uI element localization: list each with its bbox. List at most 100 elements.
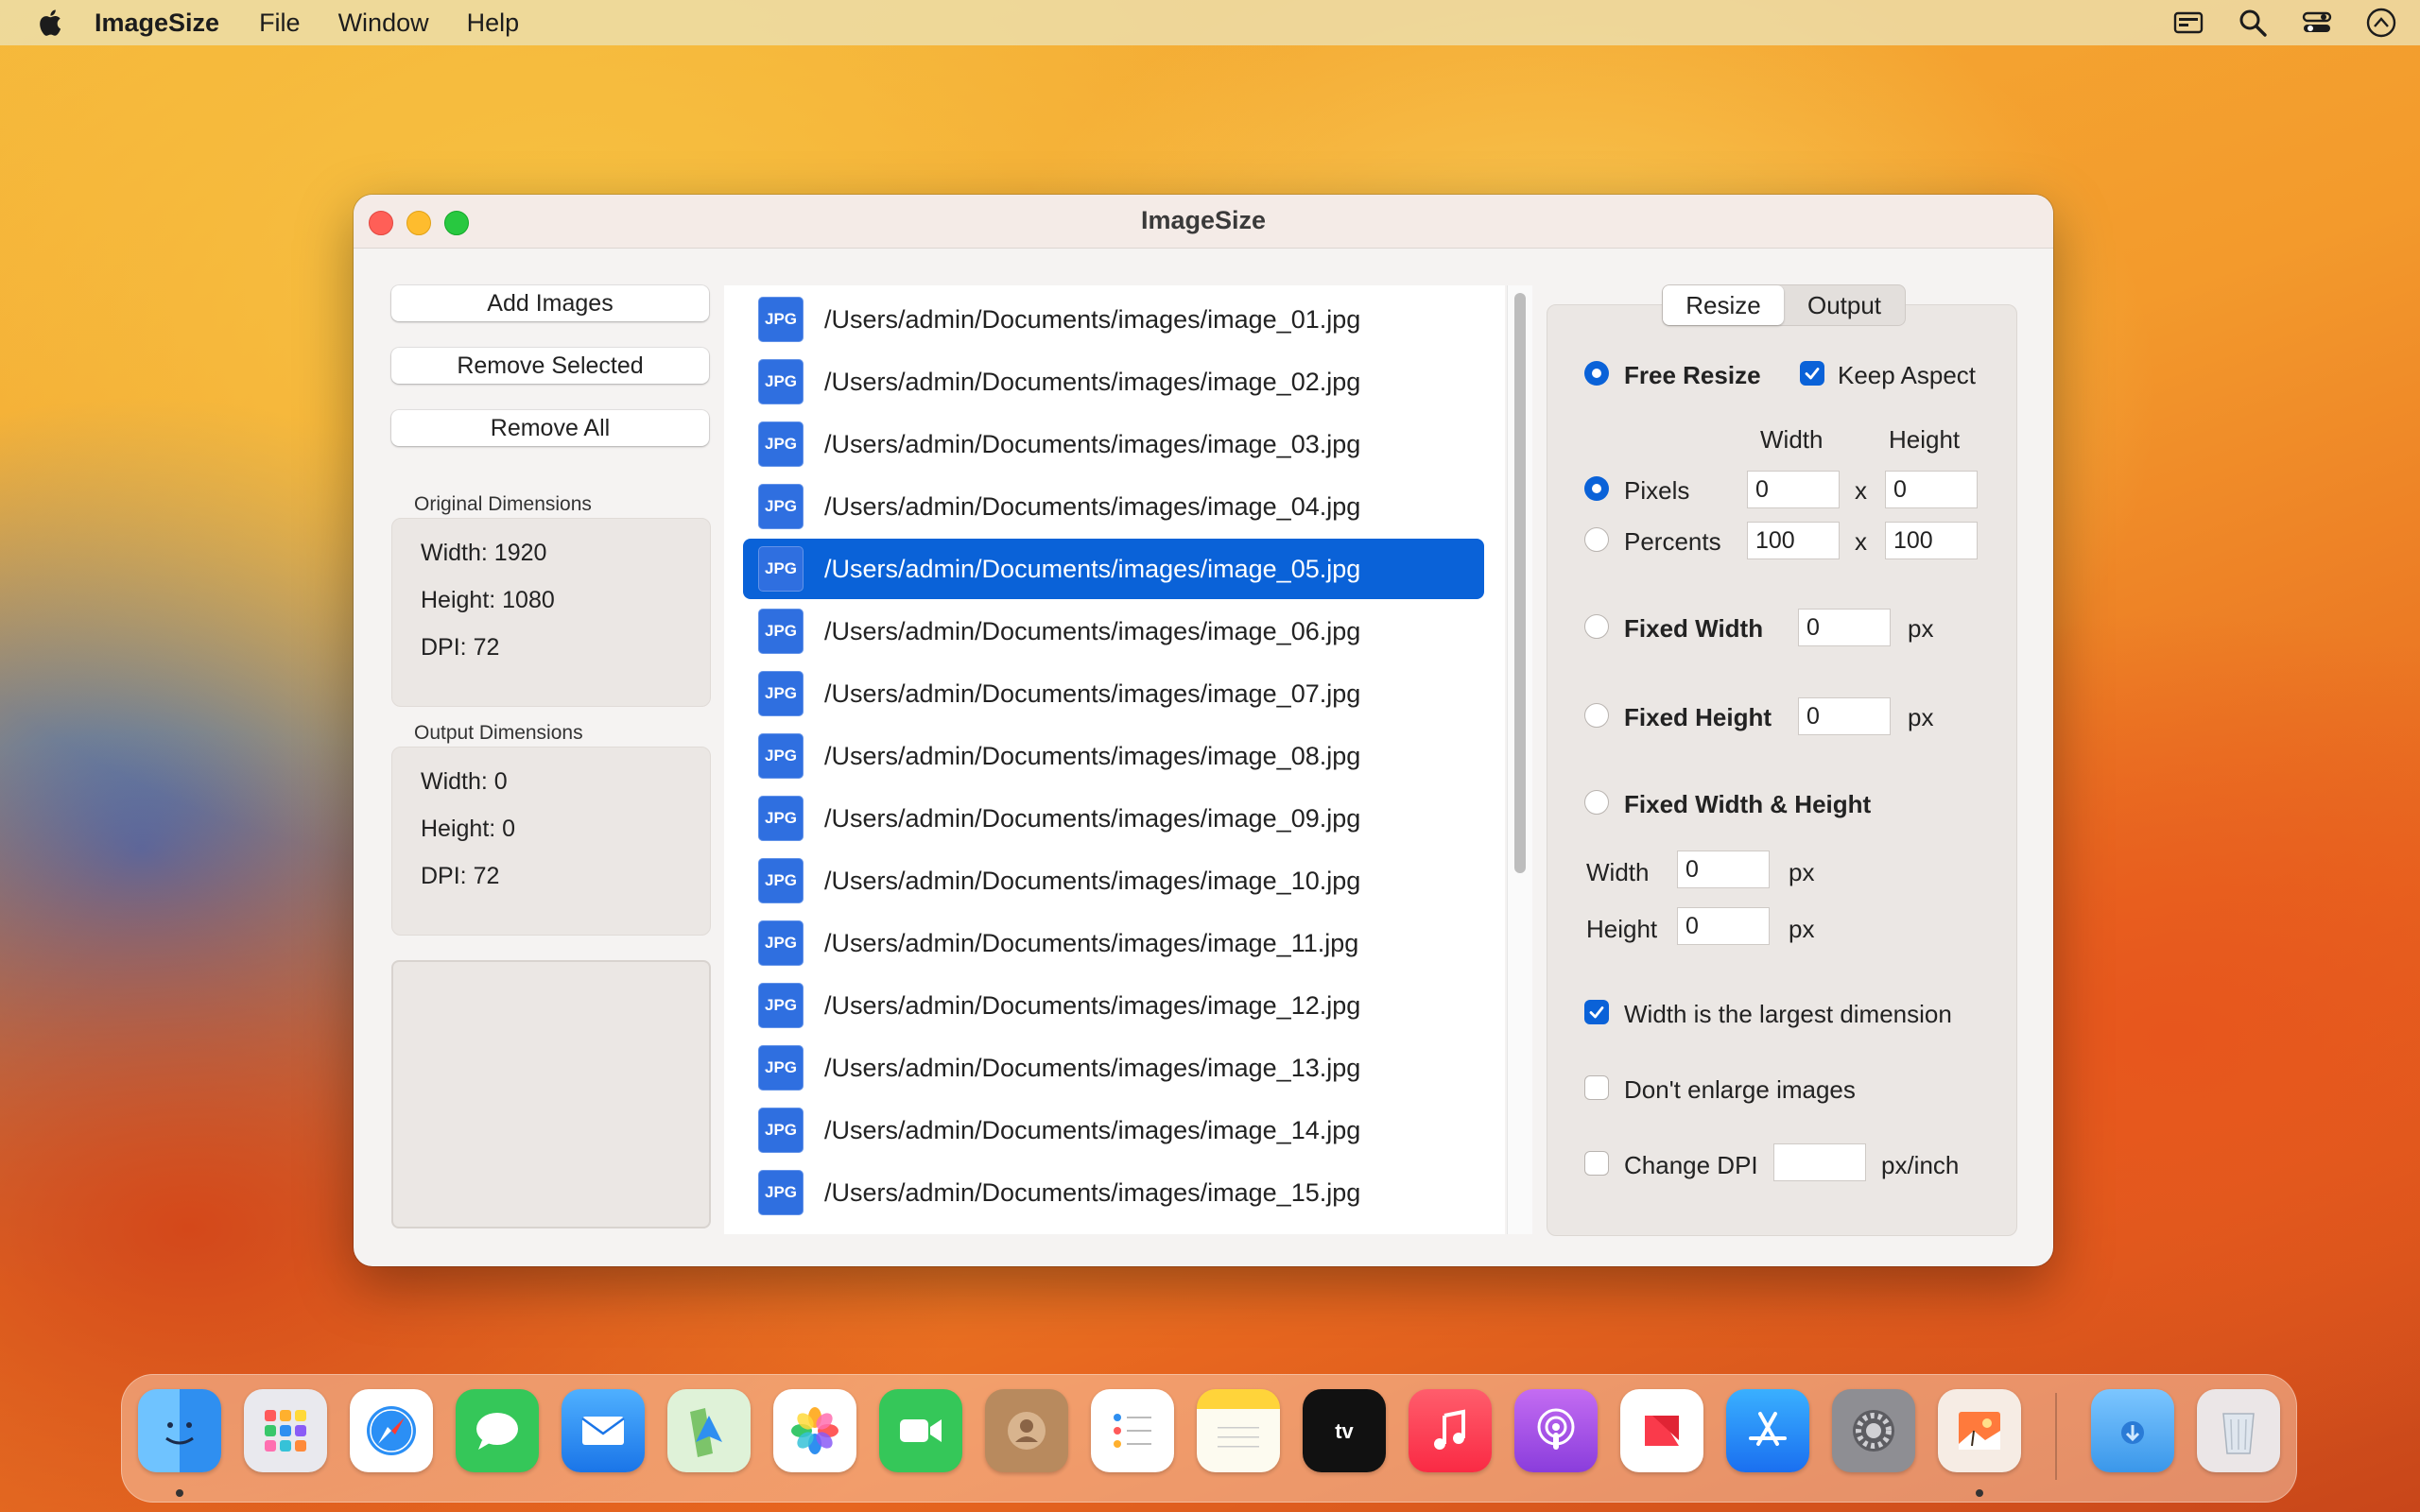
- file-list-row[interactable]: JPG/Users/admin/Documents/images/image_1…: [743, 975, 1484, 1036]
- apple-tv-icon: tv: [1335, 1419, 1354, 1443]
- file-list-row[interactable]: JPG/Users/admin/Documents/images/image_0…: [743, 414, 1484, 474]
- free-resize-label: Free Resize: [1624, 361, 1761, 389]
- dock-music[interactable]: [1409, 1389, 1492, 1472]
- fwh-width-label: Width: [1586, 858, 1650, 886]
- imagesize-app-icon: [1959, 1412, 2000, 1450]
- fixed-width-unit: px: [1908, 614, 1934, 643]
- menu-file[interactable]: File: [259, 9, 301, 38]
- file-list-row[interactable]: JPG/Users/admin/Documents/images/image_0…: [743, 476, 1484, 537]
- fixed-width-radio[interactable]: [1584, 614, 1609, 639]
- fixed-width-label: Fixed Width: [1624, 614, 1764, 643]
- file-list-row[interactable]: JPG/Users/admin/Documents/images/image_0…: [743, 289, 1484, 350]
- siri-user-icon[interactable]: [2365, 7, 2397, 39]
- dock-photos[interactable]: [773, 1389, 856, 1472]
- output-height: Height: 0: [421, 816, 516, 842]
- pixels-width-input[interactable]: 0: [1747, 471, 1840, 508]
- fixed-width-input[interactable]: 0: [1798, 609, 1891, 646]
- apple-menu-icon[interactable]: [36, 8, 62, 38]
- dock-imagesize[interactable]: [1938, 1389, 2021, 1472]
- display-menu-icon[interactable]: [2172, 7, 2204, 39]
- fwh-height-input[interactable]: 0: [1677, 907, 1770, 945]
- jpg-file-icon: JPG: [758, 983, 804, 1028]
- jpg-file-icon: JPG: [758, 1108, 804, 1153]
- file-list-row[interactable]: JPG/Users/admin/Documents/images/image_1…: [743, 913, 1484, 973]
- add-images-button[interactable]: Add Images: [391, 285, 709, 321]
- keep-aspect-checkbox[interactable]: [1800, 361, 1824, 386]
- file-list-row[interactable]: JPG/Users/admin/Documents/images/image_0…: [743, 788, 1484, 849]
- percents-label: Percents: [1624, 527, 1721, 556]
- pixels-height-input[interactable]: 0: [1885, 471, 1978, 508]
- dock-podcasts[interactable]: [1514, 1389, 1598, 1472]
- percents-width-input[interactable]: 100: [1747, 522, 1840, 559]
- dock-contacts[interactable]: [985, 1389, 1068, 1472]
- file-list-row[interactable]: JPG/Users/admin/Documents/images/image_1…: [743, 1038, 1484, 1098]
- dock-news[interactable]: [1620, 1389, 1703, 1472]
- dock-facetime[interactable]: [879, 1389, 962, 1472]
- file-list-row[interactable]: JPG/Users/admin/Documents/images/image_1…: [743, 1100, 1484, 1160]
- fixed-height-radio[interactable]: [1584, 703, 1609, 728]
- file-path: /Users/admin/Documents/images/image_01.j…: [824, 304, 1361, 334]
- settings-gear-icon: [1853, 1410, 1894, 1452]
- dock-tv[interactable]: tv: [1303, 1389, 1386, 1472]
- dock-downloads-folder[interactable]: [2091, 1389, 2174, 1472]
- downloads-folder-icon: [2121, 1421, 2144, 1444]
- remove-selected-button[interactable]: Remove Selected: [391, 348, 709, 384]
- dock-maps[interactable]: [667, 1389, 751, 1472]
- fixed-height-input[interactable]: 0: [1798, 697, 1891, 735]
- messages-bubble-icon: [476, 1413, 518, 1450]
- file-list-row[interactable]: JPG/Users/admin/Documents/images/image_0…: [743, 663, 1484, 724]
- dock-messages[interactable]: [456, 1389, 539, 1472]
- dock-launchpad[interactable]: [244, 1389, 327, 1472]
- dock-mail[interactable]: [562, 1389, 645, 1472]
- menu-help[interactable]: Help: [467, 9, 520, 38]
- percents-radio[interactable]: [1584, 527, 1609, 552]
- percents-height-input[interactable]: 100: [1885, 522, 1978, 559]
- finder-icon: [165, 1422, 194, 1445]
- app-store-icon: [1749, 1412, 1787, 1446]
- dock-notes[interactable]: [1197, 1389, 1280, 1472]
- dock-trash[interactable]: [2197, 1389, 2280, 1472]
- spotlight-search-icon[interactable]: [2237, 7, 2269, 39]
- free-resize-radio[interactable]: [1584, 361, 1609, 386]
- imagesize-running-indicator: [1976, 1489, 1983, 1497]
- file-path: /Users/admin/Documents/images/image_06.j…: [824, 616, 1361, 645]
- file-list-row[interactable]: JPG/Users/admin/Documents/images/image_1…: [743, 1162, 1484, 1223]
- width-largest-checkbox[interactable]: [1584, 1000, 1609, 1024]
- dock-system-settings[interactable]: [1832, 1389, 1915, 1472]
- file-list-row[interactable]: JPG/Users/admin/Documents/images/image_0…: [743, 539, 1484, 599]
- reminders-list-icon: [1114, 1414, 1151, 1448]
- dont-enlarge-checkbox[interactable]: [1584, 1075, 1609, 1100]
- file-list-scroll-thumb[interactable]: [1514, 293, 1526, 873]
- file-path: /Users/admin/Documents/images/image_14.j…: [824, 1115, 1361, 1144]
- tab-resize[interactable]: Resize: [1663, 285, 1784, 325]
- dpi-input[interactable]: [1773, 1143, 1866, 1181]
- change-dpi-checkbox[interactable]: [1584, 1151, 1609, 1176]
- file-path: /Users/admin/Documents/images/image_11.j…: [824, 928, 1359, 957]
- remove-all-button[interactable]: Remove All: [391, 410, 709, 446]
- file-list[interactable]: JPG/Users/admin/Documents/images/image_0…: [724, 285, 1505, 1234]
- pixels-x-separator: x: [1855, 476, 1867, 505]
- file-list-row[interactable]: JPG/Users/admin/Documents/images/image_1…: [743, 850, 1484, 911]
- dock-app-store[interactable]: [1726, 1389, 1809, 1472]
- jpg-file-icon: JPG: [758, 1170, 804, 1215]
- jpg-file-icon: JPG: [758, 609, 804, 654]
- output-dpi: DPI: 72: [421, 863, 500, 889]
- file-list-row[interactable]: JPG/Users/admin/Documents/images/image_0…: [743, 601, 1484, 662]
- menu-window[interactable]: Window: [338, 9, 429, 38]
- fwh-width-input[interactable]: 0: [1677, 850, 1770, 888]
- width-largest-label: Width is the largest dimension: [1624, 1000, 1952, 1028]
- fixed-height-unit: px: [1908, 703, 1934, 731]
- control-center-icon[interactable]: [2301, 7, 2333, 39]
- checkmark-icon: [1589, 1006, 1604, 1019]
- tab-output[interactable]: Output: [1784, 285, 1905, 325]
- fixed-width-height-radio[interactable]: [1584, 790, 1609, 815]
- dock-safari[interactable]: [350, 1389, 433, 1472]
- pixels-radio[interactable]: [1584, 476, 1609, 501]
- contacts-person-icon: [1008, 1412, 1046, 1450]
- dock-finder[interactable]: [138, 1389, 221, 1472]
- menu-app-name[interactable]: ImageSize: [95, 9, 219, 38]
- facetime-camera-icon: [900, 1419, 942, 1442]
- file-list-row[interactable]: JPG/Users/admin/Documents/images/image_0…: [743, 352, 1484, 412]
- file-list-row[interactable]: JPG/Users/admin/Documents/images/image_0…: [743, 726, 1484, 786]
- dock-reminders[interactable]: [1091, 1389, 1174, 1472]
